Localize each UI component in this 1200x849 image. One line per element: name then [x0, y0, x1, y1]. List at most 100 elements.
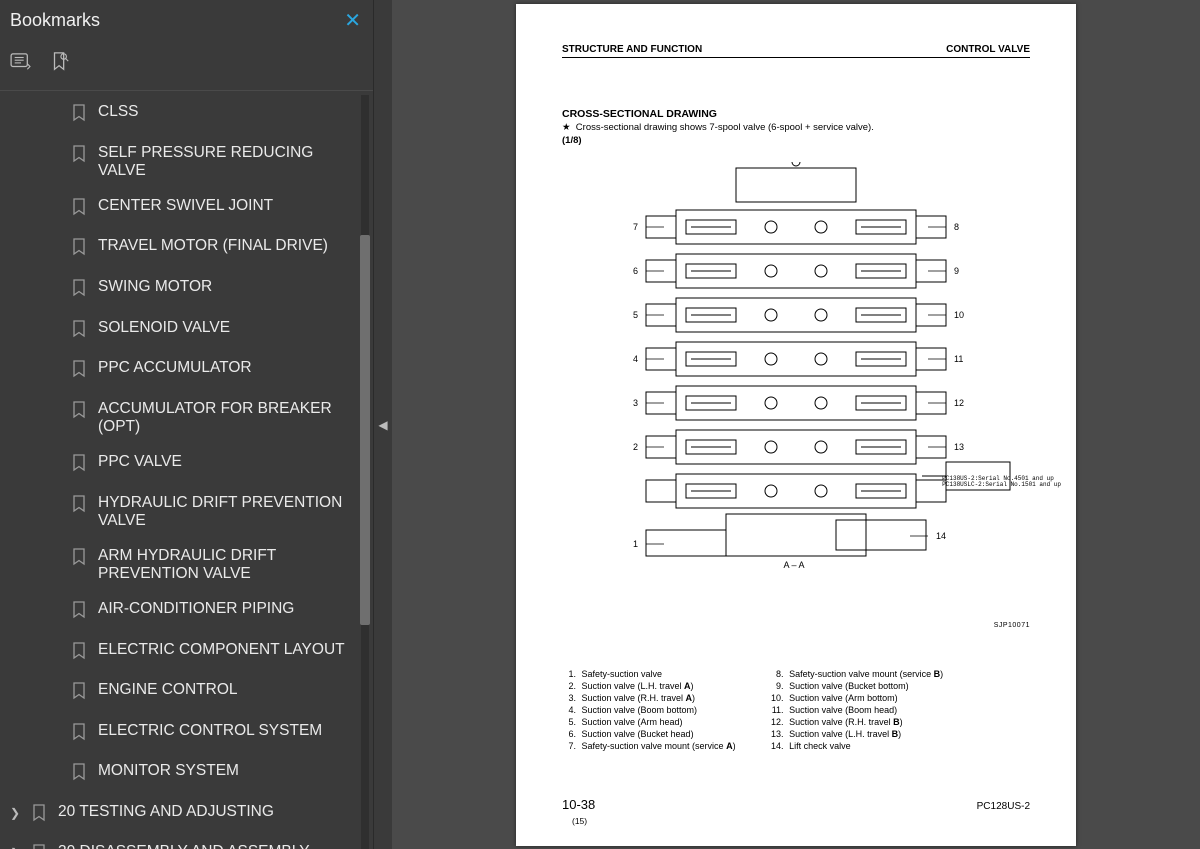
- bookmark-label: SOLENOID VALVE: [98, 319, 369, 338]
- bookmark-ribbon-icon: [72, 145, 88, 169]
- bookmarks-title: Bookmarks: [10, 10, 100, 31]
- bookmark-ribbon-icon: [72, 601, 88, 625]
- bookmark-ribbon-icon: [72, 495, 88, 519]
- page-section-title: CROSS-SECTIONAL DRAWING: [562, 108, 717, 120]
- close-icon[interactable]: ✕: [344, 8, 361, 33]
- legend-item: 5. Suction valve (Arm head): [562, 716, 736, 728]
- bookmark-label: MONITOR SYSTEM: [98, 762, 369, 781]
- svg-text:8: 8: [954, 222, 959, 232]
- bookmark-ribbon-icon: [72, 642, 88, 666]
- bookmark-ribbon-icon: [32, 804, 48, 828]
- bookmark-label: SELF PRESSURE REDUCING VALVE: [98, 144, 369, 181]
- legend-item: 1. Safety-suction valve: [562, 668, 736, 680]
- bookmark-item[interactable]: CLSS: [0, 95, 373, 136]
- section-label: A – A: [783, 560, 804, 570]
- bookmark-ribbon-icon: [72, 454, 88, 478]
- svg-text:2: 2: [633, 442, 638, 452]
- bookmark-chapter[interactable]: ❯ 20 TESTING AND ADJUSTING: [0, 795, 373, 836]
- legend-item: 12. Suction valve (R.H. travel B): [770, 716, 944, 728]
- bookmark-label: 20 TESTING AND ADJUSTING: [58, 803, 369, 822]
- bookmark-item[interactable]: AIR-CONDITIONER PIPING: [0, 592, 373, 633]
- page-subtitle: ★ Cross-sectional drawing shows 7-spool …: [562, 122, 874, 133]
- bookmark-item[interactable]: MONITOR SYSTEM: [0, 754, 373, 795]
- bookmarks-toolbar: [0, 43, 373, 91]
- bookmark-label: CLSS: [98, 103, 369, 122]
- svg-text:6: 6: [633, 266, 638, 276]
- bookmark-ribbon-icon: [72, 198, 88, 222]
- legend-item: 3. Suction valve (R.H. travel A): [562, 692, 736, 704]
- bookmark-chapter[interactable]: ❯30 DISASSEMBLY AND ASSEMBLY: [0, 835, 373, 849]
- find-bookmark-icon[interactable]: [50, 51, 70, 78]
- bookmark-ribbon-icon: [72, 360, 88, 384]
- bookmark-label: HYDRAULIC DRIFT PREVENTION VALVE: [98, 494, 369, 531]
- svg-text:10: 10: [954, 310, 964, 320]
- bookmark-item[interactable]: PPC VALVE: [0, 445, 373, 486]
- bookmark-item[interactable]: ACCUMULATOR FOR BREAKER (OPT): [0, 392, 373, 445]
- cross-section-diagram: 7654321891011121314 A – A: [576, 162, 1016, 572]
- bookmark-label: PPC VALVE: [98, 453, 369, 472]
- svg-text:4: 4: [633, 354, 638, 364]
- bookmark-item[interactable]: PPC ACCUMULATOR: [0, 351, 373, 392]
- bookmark-ribbon-icon: [72, 320, 88, 344]
- legend-item: 4. Suction valve (Boom bottom): [562, 704, 736, 716]
- bookmark-ribbon-icon: [72, 401, 88, 425]
- pdf-page: STRUCTURE AND FUNCTION CONTROL VALVE CRO…: [516, 4, 1076, 846]
- legend-item: 9. Suction valve (Bucket bottom): [770, 680, 944, 692]
- bookmark-item[interactable]: TRAVEL MOTOR (FINAL DRIVE): [0, 229, 373, 270]
- bookmark-ribbon-icon: [32, 844, 48, 849]
- svg-text:12: 12: [954, 398, 964, 408]
- bookmark-ribbon-icon: [72, 238, 88, 262]
- bookmark-ribbon-icon: [72, 104, 88, 128]
- star-bullet-icon: ★: [562, 122, 576, 133]
- chevron-left-icon: ◀: [378, 418, 387, 432]
- bookmark-item[interactable]: ELECTRIC COMPONENT LAYOUT: [0, 633, 373, 674]
- legend-item: 10. Suction valve (Arm bottom): [770, 692, 944, 704]
- bookmark-item[interactable]: HYDRAULIC DRIFT PREVENTION VALVE: [0, 486, 373, 539]
- bookmark-ribbon-icon: [72, 279, 88, 303]
- legend: 1. Safety-suction valve2. Suction valve …: [562, 668, 1030, 753]
- document-viewport[interactable]: STRUCTURE AND FUNCTION CONTROL VALVE CRO…: [392, 0, 1200, 849]
- legend-item: 7. Safety-suction valve mount (service A…: [562, 740, 736, 752]
- bookmark-label: ELECTRIC CONTROL SYSTEM: [98, 722, 369, 741]
- legend-item: 8. Safety-suction valve mount (service B…: [770, 668, 944, 680]
- bookmark-item[interactable]: ELECTRIC CONTROL SYSTEM: [0, 714, 373, 755]
- bookmarks-list[interactable]: CLSS SELF PRESSURE REDUCING VALVE CENTER S…: [0, 95, 373, 849]
- scrollbar-thumb[interactable]: [360, 235, 370, 625]
- bookmark-ribbon-icon: [72, 723, 88, 747]
- running-head-left: STRUCTURE AND FUNCTION: [562, 44, 702, 55]
- bookmark-label: CENTER SWIVEL JOINT: [98, 197, 369, 216]
- chevron-right-icon: ❯: [8, 806, 22, 820]
- bookmark-item[interactable]: SWING MOTOR: [0, 270, 373, 311]
- page-subnum: (15): [572, 816, 587, 826]
- legend-item: 6. Suction valve (Bucket head): [562, 728, 736, 740]
- bookmark-label: 30 DISASSEMBLY AND ASSEMBLY: [58, 843, 369, 849]
- page-part-indicator: (1/8): [562, 135, 582, 146]
- bookmark-label: PPC ACCUMULATOR: [98, 359, 369, 378]
- legend-item: 11. Suction valve (Boom head): [770, 704, 944, 716]
- bookmark-label: ELECTRIC COMPONENT LAYOUT: [98, 641, 369, 660]
- bookmark-label: AIR-CONDITIONER PIPING: [98, 600, 369, 619]
- bookmark-ribbon-icon: [72, 548, 88, 572]
- legend-item: 14. Lift check valve: [770, 740, 944, 752]
- collapse-sidebar-handle[interactable]: ◀: [374, 0, 392, 849]
- svg-text:9: 9: [954, 266, 959, 276]
- bookmark-label: ARM HYDRAULIC DRIFT PREVENTION VALVE: [98, 547, 369, 584]
- bookmark-item[interactable]: SELF PRESSURE REDUCING VALVE: [0, 136, 373, 189]
- diagram-code: SJP10071: [994, 622, 1030, 629]
- bookmark-label: SWING MOTOR: [98, 278, 369, 297]
- bookmark-item[interactable]: SOLENOID VALVE: [0, 311, 373, 352]
- bookmark-item[interactable]: CENTER SWIVEL JOINT: [0, 189, 373, 230]
- svg-text:11: 11: [954, 354, 963, 364]
- bookmark-label: TRAVEL MOTOR (FINAL DRIVE): [98, 237, 369, 256]
- outline-options-icon[interactable]: [10, 53, 32, 76]
- svg-text:14: 14: [936, 531, 946, 541]
- page-running-head: STRUCTURE AND FUNCTION CONTROL VALVE: [562, 44, 1030, 58]
- svg-text:13: 13: [954, 442, 964, 452]
- bookmark-ribbon-icon: [72, 682, 88, 706]
- svg-text:5: 5: [633, 310, 638, 320]
- legend-col-left: 1. Safety-suction valve2. Suction valve …: [562, 668, 736, 753]
- bookmark-item[interactable]: ARM HYDRAULIC DRIFT PREVENTION VALVE: [0, 539, 373, 592]
- svg-text:7: 7: [633, 222, 638, 232]
- bookmark-label: ENGINE CONTROL: [98, 681, 369, 700]
- bookmark-item[interactable]: ENGINE CONTROL: [0, 673, 373, 714]
